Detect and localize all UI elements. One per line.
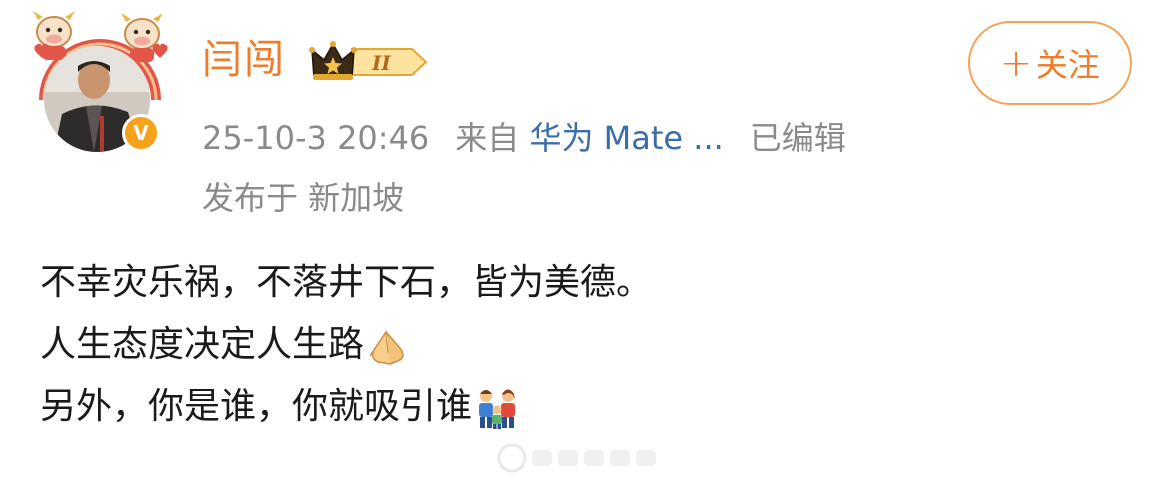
verified-badge: V [122,114,160,152]
vip-crown-badge[interactable]: II [308,40,430,84]
family-emoji-icon [479,389,516,429]
post-line-2: 人生态度决定人生路 [40,314,1140,376]
heart-right-icon [152,43,168,58]
crown-icon [309,41,357,80]
post-line-2-text: 人生态度决定人生路 [40,324,365,365]
post-meta: 25-10-3 20:46 来自 华为 Mate ... 已编辑 [202,116,846,160]
post-line-3: 另外，你是谁，你就吸引谁 [40,376,1140,438]
post-timestamp: 25-10-3 20:46 [202,119,430,157]
post-content: 不幸灾乐祸，不落井下石，皆为美德。 人生态度决定人生路 另外，你是谁，你就吸引谁 [40,252,1140,438]
post-location: 发布于 新加坡 [202,179,405,217]
edited-label[interactable]: 已编辑 [750,119,846,157]
username[interactable]: 闫闯 [202,32,286,88]
post-line-3-text: 另外，你是谁，你就吸引谁 [40,386,473,427]
vip-level-text: II [371,51,391,75]
pray-hands-emoji-icon [369,329,404,365]
watermark-logo [497,443,656,473]
source-prefix: 来自 [455,119,520,157]
follow-label: 关注 [1035,46,1100,84]
plus-icon: + [1000,41,1032,85]
post-line-1: 不幸灾乐祸，不落井下石，皆为美德。 [40,252,1140,314]
follow-button[interactable]: + 关注 [968,21,1132,105]
source-device-link[interactable]: 华为 Mate ... [529,119,723,157]
avatar-container[interactable]: V [30,8,170,158]
weibo-post: V 闫闯 II + 关注 25-10-3 20:46 来自 华为 Mate ...… [0,0,1170,481]
post-line-1-text: 不幸灾乐祸，不落井下石，皆为美德。 [40,262,653,303]
